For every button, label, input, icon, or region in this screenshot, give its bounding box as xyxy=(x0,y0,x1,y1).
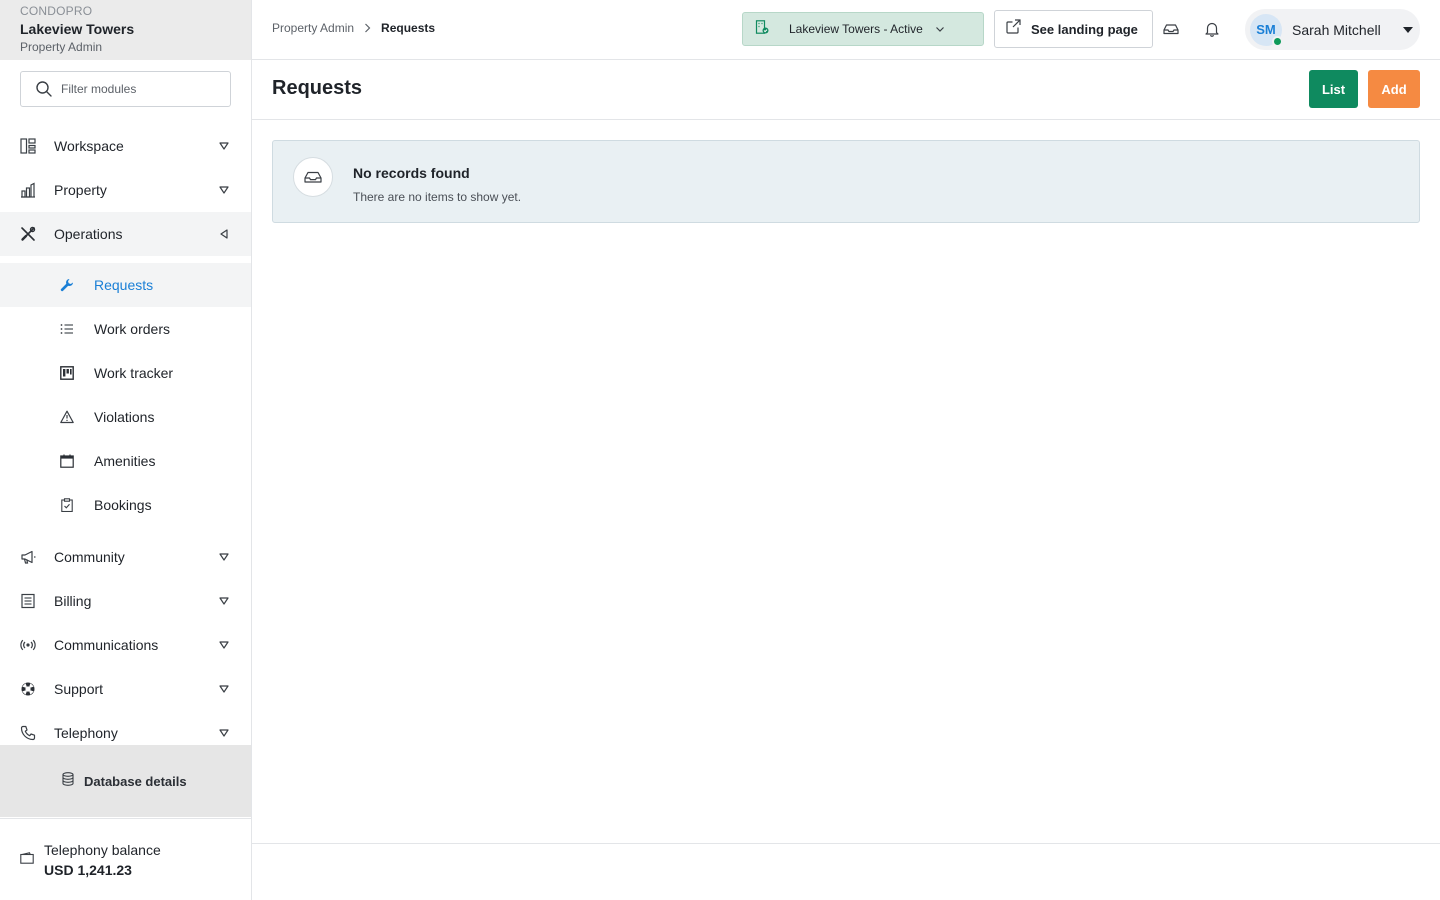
empty-state: No records found There are no items to s… xyxy=(272,140,1420,223)
caret-down-icon xyxy=(219,596,229,606)
kanban-icon xyxy=(60,366,74,380)
telephony-balance-label: Telephony balance xyxy=(44,841,161,858)
sidebar-item-label: Violations xyxy=(94,409,155,425)
bell-icon xyxy=(1205,22,1219,37)
filter-modules-input[interactable] xyxy=(61,82,221,96)
sidebar-item-billing[interactable]: Billing xyxy=(0,579,251,623)
page-header: Requests List Add xyxy=(252,60,1440,120)
layout-grid-icon xyxy=(20,138,36,154)
sidebar-item-workspace[interactable]: Workspace xyxy=(0,124,251,168)
empty-state-message: There are no items to show yet. xyxy=(353,190,522,204)
sidebar-item-label: Support xyxy=(54,681,104,697)
notifications-button[interactable] xyxy=(1203,20,1221,38)
see-landing-page-button[interactable]: See landing page xyxy=(994,10,1153,48)
see-landing-page-label: See landing page xyxy=(1031,21,1138,37)
caret-down-icon xyxy=(1402,26,1414,34)
sidebar-item-label: Billing xyxy=(54,593,92,609)
breadcrumb-current: Requests xyxy=(381,21,436,35)
database-details-link[interactable]: Database details xyxy=(0,745,251,817)
telephony-balance-value: USD 1,241.23 xyxy=(44,861,132,878)
sidebar-item-label: Requests xyxy=(94,277,154,293)
tools-icon xyxy=(20,226,36,242)
search-icon xyxy=(36,81,52,97)
inbox-button[interactable] xyxy=(1162,20,1180,38)
database-icon xyxy=(62,771,74,791)
user-name: Sarah Mitchell xyxy=(1292,21,1381,38)
brand-role: Property Admin xyxy=(20,40,103,54)
add-button[interactable]: Add xyxy=(1368,70,1420,108)
sidebar-item-label: Workspace xyxy=(54,138,124,154)
wallet-icon xyxy=(20,851,34,869)
broadcast-icon xyxy=(20,637,36,653)
telephony-balance: Telephony balance USD 1,241.23 xyxy=(0,818,251,900)
database-details-label: Database details xyxy=(84,773,187,789)
sidebar-subitem-work-orders[interactable]: Work orders xyxy=(0,307,251,351)
empty-state-title: No records found xyxy=(353,165,470,181)
sidebar-item-label: Operations xyxy=(54,226,123,242)
brand-tag: CONDOPRO xyxy=(20,4,93,18)
empty-inbox-icon-wrapper xyxy=(293,157,333,197)
external-link-icon xyxy=(1006,19,1021,39)
sidebar: CONDOPRO Lakeview Towers Property Admin … xyxy=(0,0,252,900)
avatar-initials: SM xyxy=(1256,22,1276,37)
footer-divider xyxy=(252,843,1440,844)
inbox-icon xyxy=(1163,24,1179,35)
wrench-icon xyxy=(60,278,74,292)
sidebar-item-communications[interactable]: Communications xyxy=(0,623,251,667)
sidebar-subitem-work-tracker[interactable]: Work tracker xyxy=(0,351,251,395)
megaphone-icon xyxy=(20,549,36,565)
lifebuoy-icon xyxy=(20,681,36,697)
breadcrumb: Property Admin Requests xyxy=(272,21,435,35)
sidebar-item-label: Community xyxy=(54,549,125,565)
avatar: SM xyxy=(1250,13,1283,47)
top-bar: Property Admin Requests Lakeview Towers … xyxy=(252,0,1440,60)
sidebar-item-operations[interactable]: Operations xyxy=(0,212,251,256)
caret-down-icon xyxy=(219,141,229,151)
caret-down-icon xyxy=(219,552,229,562)
caret-down-icon xyxy=(219,684,229,694)
filter-modules-box[interactable] xyxy=(20,71,231,107)
sidebar-item-community[interactable]: Community xyxy=(0,535,251,579)
list-button[interactable]: List xyxy=(1309,70,1358,108)
sidebar-item-label: Communications xyxy=(54,637,159,653)
building-check-icon xyxy=(755,19,769,39)
sidebar-item-label: Telephony xyxy=(54,725,118,741)
chevron-down-icon xyxy=(935,26,945,33)
page-title: Requests xyxy=(272,77,363,99)
sidebar-subitem-violations[interactable]: Violations xyxy=(0,395,251,439)
warning-icon xyxy=(60,410,74,424)
caret-down-icon xyxy=(219,640,229,650)
caret-down-icon xyxy=(219,185,229,195)
brand-header: CONDOPRO Lakeview Towers Property Admin xyxy=(0,0,251,60)
sidebar-subitem-bookings[interactable]: Bookings xyxy=(0,483,251,527)
clipboard-icon xyxy=(60,498,74,512)
sidebar-subitem-requests[interactable]: Requests xyxy=(0,263,251,307)
property-selector[interactable]: Lakeview Towers - Active xyxy=(742,12,984,46)
sidebar-item-support[interactable]: Support xyxy=(0,667,251,711)
sidebar-item-property[interactable]: Property xyxy=(0,168,251,212)
sidebar-item-label: Work orders xyxy=(94,321,170,337)
sidebar-item-label: Bookings xyxy=(94,497,152,513)
building-chart-icon xyxy=(20,182,36,198)
online-status-dot xyxy=(1272,35,1283,47)
chevron-right-icon xyxy=(364,23,371,33)
calendar-icon xyxy=(60,454,74,468)
property-selector-value: Lakeview Towers - Active xyxy=(789,22,923,36)
list-icon xyxy=(60,322,74,336)
brand-property-name: Lakeview Towers xyxy=(20,21,135,37)
sidebar-item-label: Work tracker xyxy=(94,365,174,381)
receipt-icon xyxy=(20,593,36,609)
sidebar-item-label: Property xyxy=(54,182,107,198)
sidebar-item-label: Amenities xyxy=(94,453,156,469)
phone-icon xyxy=(20,725,36,741)
caret-left-icon xyxy=(219,229,229,239)
breadcrumb-parent[interactable]: Property Admin xyxy=(272,21,354,35)
sidebar-subitem-amenities[interactable]: Amenities xyxy=(0,439,251,483)
inbox-icon xyxy=(304,171,322,183)
user-menu[interactable]: SM Sarah Mitchell xyxy=(1245,9,1420,50)
caret-down-icon xyxy=(219,728,229,738)
